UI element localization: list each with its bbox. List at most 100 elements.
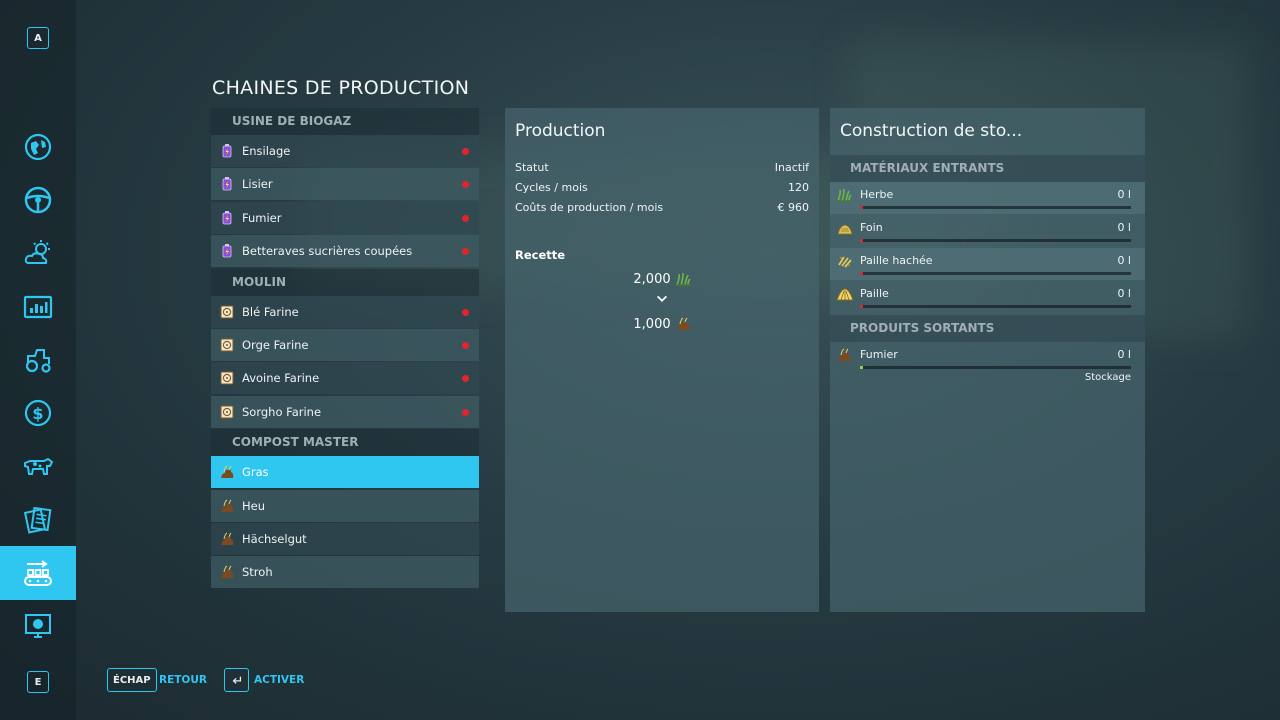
chain-item-ensilage[interactable]: Ensilage <box>211 135 479 167</box>
storage-row-paille-hachee: Paille hachée 0 l <box>830 248 1145 280</box>
chain-item-sorgho-farine[interactable]: Sorgho Farine <box>211 395 479 428</box>
inactive-status-dot <box>462 375 469 383</box>
help-icon <box>25 614 51 638</box>
chain-item-label: Fumier <box>242 210 282 225</box>
chain-item-avoine-farine[interactable]: Avoine Farine <box>211 362 479 395</box>
nav-weather[interactable] <box>0 227 76 279</box>
group-header-compost-master: COMPOST MASTER <box>211 429 479 457</box>
chain-item-label: Ensilage <box>242 144 291 158</box>
svg-text:$: $ <box>32 404 43 423</box>
activate-key-hint[interactable] <box>224 668 249 692</box>
fill-level <box>860 239 863 242</box>
chain-item-label: Heu <box>242 498 266 513</box>
chopped-straw-icon <box>838 255 852 268</box>
stat-row-costs: Coûts de production / mois € 960 <box>515 201 809 217</box>
nav-help[interactable] <box>0 600 76 652</box>
animals-icon <box>24 457 54 475</box>
manure-icon <box>220 532 234 546</box>
stat-label: Cycles / mois <box>515 181 588 194</box>
biogas-icon <box>222 243 232 258</box>
chain-item-label: Gras <box>242 465 269 480</box>
inactive-status-dot <box>462 181 469 189</box>
inactive-status-dot <box>462 408 469 416</box>
biogas-icon <box>222 143 232 158</box>
recipe-input-amount: 2,000 <box>633 271 671 287</box>
stat-label: Coûts de production / mois <box>515 201 664 214</box>
inactive-status-dot <box>462 341 469 349</box>
nav-vehicles[interactable] <box>0 174 76 226</box>
storage-item-amount: 0 l <box>1117 348 1131 361</box>
production-chain-list: USINE DE BIOGAZ Ensilage Lisier Fumier B… <box>211 108 479 590</box>
fill-level-bar <box>860 272 1131 275</box>
storage-title: Construction de sto... <box>840 121 1023 141</box>
biogas-icon <box>222 210 232 225</box>
stat-row-status: Statut Inactif <box>515 161 809 177</box>
nav-production[interactable] <box>0 546 76 600</box>
nav-finances[interactable]: $ <box>0 387 76 439</box>
nav-statistics[interactable] <box>0 281 76 333</box>
inactive-status-dot <box>462 248 469 256</box>
nav-tractor[interactable] <box>0 334 76 386</box>
chain-item-label: Avoine Farine <box>242 371 320 386</box>
storage-item-name: Paille hachée <box>860 254 933 267</box>
steering-wheel-icon <box>24 186 52 214</box>
inactive-status-dot <box>462 214 469 222</box>
fill-level-bar <box>860 206 1131 209</box>
fill-level <box>860 206 863 209</box>
storage-row-paille: Paille 0 l <box>830 281 1145 313</box>
manure-icon <box>676 317 690 331</box>
stat-value: Inactif <box>774 161 809 174</box>
chain-item-haechselgut[interactable]: Hächselgut <box>211 522 479 555</box>
storage-item-amount: 0 l <box>1117 287 1131 300</box>
chain-item-fumier[interactable]: Fumier <box>211 201 479 234</box>
manure-icon <box>220 565 234 579</box>
page-title: CHAINES DE PRODUCTION <box>212 77 470 99</box>
chain-item-lisier[interactable]: Lisier <box>211 168 479 201</box>
production-title: Production <box>515 121 606 141</box>
nav-animals[interactable] <box>0 440 76 492</box>
storage-row-foin: Foin 0 l <box>830 215 1145 247</box>
sidebar: A $ E <box>0 0 76 720</box>
chevron-down-icon <box>657 295 667 302</box>
inactive-status-dot <box>462 308 469 316</box>
chain-item-stroh[interactable]: Stroh <box>211 556 479 589</box>
production-panel: Production Statut Inactif Cycles / mois … <box>505 108 819 612</box>
weather-icon <box>24 240 50 264</box>
flour-icon <box>220 405 234 419</box>
back-button[interactable]: RETOUR <box>159 674 207 686</box>
straw-icon <box>836 288 854 301</box>
recipe-arrow <box>505 292 819 306</box>
chain-item-orge-farine[interactable]: Orge Farine <box>211 328 479 361</box>
group-header-moulin: MOULIN <box>211 268 479 296</box>
storage-item-amount: 0 l <box>1117 188 1131 201</box>
chain-item-ble-farine[interactable]: Blé Farine <box>211 295 479 328</box>
output-mode-toggle[interactable]: Stockage <box>1085 372 1131 383</box>
chain-item-gras[interactable]: Gras <box>211 456 479 489</box>
back-key-hint[interactable]: ÉCHAP <box>107 668 157 692</box>
inactive-status-dot <box>462 148 469 155</box>
hay-icon <box>837 224 853 235</box>
chain-item-betteraves[interactable]: Betteraves sucrières coupées <box>211 235 479 268</box>
chain-item-heu[interactable]: Heu <box>211 489 479 522</box>
recipe-label: Recette <box>515 248 566 262</box>
flour-icon <box>220 305 234 319</box>
nav-map[interactable] <box>0 121 76 173</box>
nav-contracts[interactable] <box>0 494 76 546</box>
map-icon <box>24 133 52 161</box>
fill-level <box>860 305 863 308</box>
group-header-biogas: USINE DE BIOGAZ <box>211 108 479 135</box>
biogas-icon <box>222 176 232 191</box>
storage-item-amount: 0 l <box>1117 254 1131 267</box>
chain-item-label: Hächselgut <box>242 531 307 546</box>
storage-panel: Construction de sto... MATÉRIAUX ENTRANT… <box>830 108 1145 612</box>
activate-button[interactable]: ACTIVER <box>254 674 304 686</box>
outputs-header: PRODUITS SORTANTS <box>830 315 1145 342</box>
chain-item-label: Orge Farine <box>242 337 309 352</box>
stat-label: Statut <box>515 161 549 174</box>
storage-row-herbe: Herbe 0 l <box>830 182 1145 214</box>
recipe-input: 2,000 <box>505 271 819 287</box>
enter-key-icon <box>232 676 241 684</box>
storage-row-fumier: Fumier 0 l <box>830 342 1145 374</box>
inputs-header: MATÉRIAUX ENTRANTS <box>830 155 1145 182</box>
chain-item-label: Betteraves sucrières coupées <box>242 244 413 259</box>
